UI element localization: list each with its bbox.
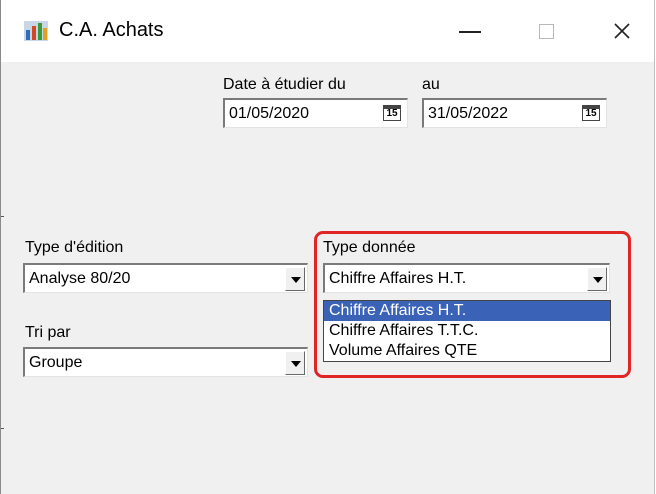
maximize-button[interactable] [523,14,569,48]
title-bar: C.A. Achats [1,0,654,62]
type-donnee-options: Chiffre Affaires H.T. Chiffre Affaires T… [323,300,611,362]
edge-tick [1,216,4,217]
close-button[interactable] [599,14,645,48]
tri-par-select[interactable]: Groupe [23,347,308,377]
chevron-down-icon[interactable] [285,351,305,375]
minimize-icon [459,31,481,33]
edge-tick [1,428,4,429]
dropdown-option[interactable]: Chiffre Affaires T.T.C. [324,321,610,341]
type-donnee-label: Type donnée [323,239,416,256]
date-to-value: 31/05/2022 [428,105,509,122]
close-icon [614,23,630,39]
type-edition-label: Type d'édition [25,239,124,256]
app-icon [24,21,48,41]
type-edition-value: Analyse 80/20 [29,270,131,287]
tri-par-value: Groupe [29,354,83,371]
calendar-icon[interactable]: 15 [383,105,401,121]
chevron-down-icon[interactable] [587,267,607,291]
type-donnee-value: Chiffre Affaires H.T. [329,270,467,287]
minimize-button[interactable] [447,14,493,48]
dropdown-option[interactable]: Chiffre Affaires H.T. [324,301,610,321]
calendar-icon[interactable]: 15 [582,105,600,121]
date-to-label: au [422,76,440,93]
type-edition-select[interactable]: Analyse 80/20 [23,263,308,293]
chevron-down-icon[interactable] [285,267,305,291]
date-from-field[interactable]: 01/05/2020 15 [223,98,408,128]
maximize-icon [538,23,554,39]
date-to-field[interactable]: 31/05/2022 15 [422,98,607,128]
type-donnee-select[interactable]: Chiffre Affaires H.T. [323,263,610,293]
form-area: Date à étudier du au 01/05/2020 15 31/05… [1,62,654,494]
window-title: C.A. Achats [59,19,164,41]
dropdown-option[interactable]: Volume Affaires QTE [324,341,610,361]
date-from-label: Date à étudier du [223,76,346,93]
tri-par-label: Tri par [25,324,71,341]
window: C.A. Achats Date à étudier du au 01/05/2… [0,0,655,494]
date-from-value: 01/05/2020 [229,105,310,122]
